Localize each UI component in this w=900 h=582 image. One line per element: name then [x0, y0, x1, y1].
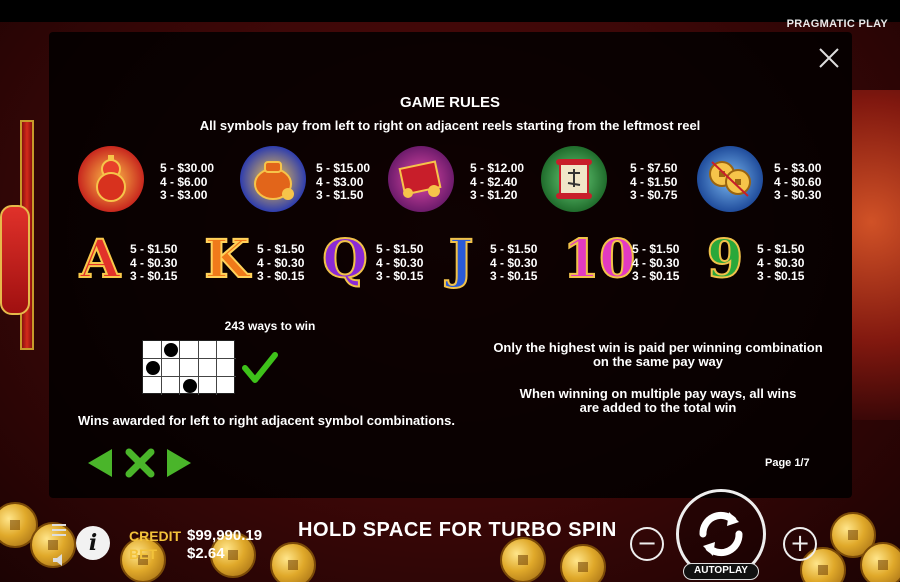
- pay-5: 5 - $1.50: [757, 242, 805, 256]
- spin-arrows-icon: [699, 511, 743, 557]
- pay-3: 3 - $1.20: [470, 188, 518, 202]
- pay-4: 4 - $0.30: [376, 255, 424, 270]
- pay-3: 3 - $0.15: [757, 269, 805, 283]
- coins-symbol-icon: [697, 146, 763, 212]
- pay-5: 5 - $1.50: [490, 242, 538, 256]
- bet-value: $2.64: [187, 545, 225, 562]
- gourd-paytable: 5 - $30.00 4 - $6.00 3 - $3.00: [160, 161, 215, 203]
- pay-5: 5 - $1.50: [257, 242, 305, 256]
- pay-5: 5 - $30.00: [160, 161, 215, 175]
- note-line: Only the highest win is paid per winning…: [493, 340, 823, 355]
- grid-dot: [146, 361, 160, 375]
- pay-5: 5 - $7.50: [630, 161, 678, 175]
- pay-4: 4 - $0.30: [757, 255, 805, 270]
- close-rules-x-icon[interactable]: [124, 447, 156, 479]
- pay-4: 4 - $0.30: [632, 255, 680, 270]
- red-envelope-paytable: 5 - $12.00 4 - $2.40 3 - $1.20: [470, 161, 525, 203]
- grid-dot: [164, 343, 178, 357]
- pay-5: 5 - $1.50: [632, 242, 680, 256]
- pay-4: 4 - $0.60: [774, 174, 822, 189]
- turbo-spin-hint: HOLD SPACE FOR TURBO SPIN: [298, 519, 617, 541]
- number-10-paytable: 5 - $1.50 4 - $0.30 3 - $0.15: [632, 242, 680, 284]
- brand-logo: PRAGMATIC PLAY: [786, 18, 888, 30]
- pay-3: 3 - $0.15: [632, 269, 680, 283]
- money-bag-symbol-icon: [240, 146, 306, 212]
- number-10-symbol: 10: [562, 229, 636, 290]
- top-black-strip: [0, 0, 900, 22]
- note-line: When winning on multiple pay ways, all w…: [519, 386, 797, 401]
- letter-q-symbol: Q: [321, 229, 368, 290]
- pay-5: 5 - $3.00: [774, 161, 822, 175]
- checkmark-icon: [242, 350, 278, 386]
- info-button[interactable]: i: [76, 526, 110, 560]
- pay-3: 3 - $1.50: [316, 188, 364, 202]
- letter-j-symbol: J: [448, 229, 475, 290]
- scroll-symbol-icon: [541, 146, 607, 212]
- next-page-arrow-icon[interactable]: [163, 447, 195, 479]
- credit-label: CREDIT: [129, 528, 182, 544]
- rules-title: GAME RULES: [399, 94, 500, 111]
- speaker-icon[interactable]: [52, 553, 68, 567]
- menu-icon[interactable]: [52, 524, 66, 536]
- pay-5: 5 - $12.00: [470, 161, 525, 175]
- dragon-decoration: [852, 90, 900, 420]
- letter-j-paytable: 5 - $1.50 4 - $0.30 3 - $0.15: [490, 242, 538, 284]
- increase-bet-button[interactable]: +: [783, 527, 817, 561]
- number-9-symbol: 9: [706, 229, 744, 290]
- pay-4: 4 - $2.40: [470, 174, 518, 189]
- lantern-decoration: [0, 205, 30, 315]
- pay-4: 4 - $6.00: [160, 174, 208, 189]
- pay-5: 5 - $1.50: [130, 242, 178, 256]
- pay-4: 4 - $3.00: [316, 174, 364, 189]
- pay-3: 3 - $0.15: [257, 269, 305, 283]
- autoplay-button[interactable]: AUTOPLAY: [683, 563, 759, 580]
- gourd-symbol-icon: [78, 146, 144, 212]
- pay-5: 5 - $15.00: [316, 161, 371, 175]
- multiple-ways-note: When winning on multiple pay ways, all w…: [470, 387, 846, 415]
- pay-5: 5 - $1.50: [376, 242, 424, 256]
- grid-dot: [183, 379, 197, 393]
- scroll-paytable: 5 - $7.50 4 - $1.50 3 - $0.75: [630, 161, 678, 203]
- number-9-paytable: 5 - $1.50 4 - $0.30 3 - $0.15: [757, 242, 805, 284]
- pay-4: 4 - $0.30: [490, 255, 538, 270]
- red-envelope-symbol-icon: [388, 146, 454, 212]
- note-line: are added to the total win: [579, 400, 737, 415]
- pay-4: 4 - $0.30: [130, 255, 178, 270]
- letter-a-symbol: A: [79, 229, 121, 290]
- page-indicator: Page 1/7: [765, 457, 810, 469]
- rules-subtitle: All symbols pay from left to right on ad…: [199, 118, 701, 133]
- close-icon[interactable]: [817, 46, 841, 70]
- letter-q-paytable: 5 - $1.50 4 - $0.30 3 - $0.15: [376, 242, 424, 284]
- bet-label: BET: [129, 546, 157, 562]
- prev-page-arrow-icon[interactable]: [84, 447, 116, 479]
- ways-to-win-label: 243 ways to win: [224, 319, 316, 333]
- pay-3: 3 - $0.30: [774, 188, 822, 202]
- pay-4: 4 - $0.30: [257, 255, 305, 270]
- pay-3: 3 - $0.15: [130, 269, 178, 283]
- ways-grid-diagram: [142, 340, 236, 395]
- decrease-bet-button[interactable]: −: [630, 527, 664, 561]
- pay-3: 3 - $0.15: [376, 269, 424, 283]
- pay-3: 3 - $0.75: [630, 188, 678, 202]
- pay-3: 3 - $0.15: [490, 269, 538, 283]
- pay-3: 3 - $3.00: [160, 188, 208, 202]
- highest-win-note: Only the highest win is paid per winning…: [470, 341, 846, 369]
- letter-k-paytable: 5 - $1.50 4 - $0.30 3 - $0.15: [257, 242, 305, 284]
- letter-k-symbol: K: [203, 229, 250, 290]
- credit-value: $99,990.19: [187, 527, 263, 544]
- coins-paytable: 5 - $3.00 4 - $0.60 3 - $0.30: [774, 161, 822, 203]
- letter-a-paytable: 5 - $1.50 4 - $0.30 3 - $0.15: [130, 242, 178, 284]
- pay-4: 4 - $1.50: [630, 174, 678, 189]
- note-line: on the same pay way: [592, 354, 724, 369]
- wins-awarded-text: Wins awarded for left to right adjacent …: [78, 413, 455, 428]
- money-bag-paytable: 5 - $15.00 4 - $3.00 3 - $1.50: [316, 161, 371, 203]
